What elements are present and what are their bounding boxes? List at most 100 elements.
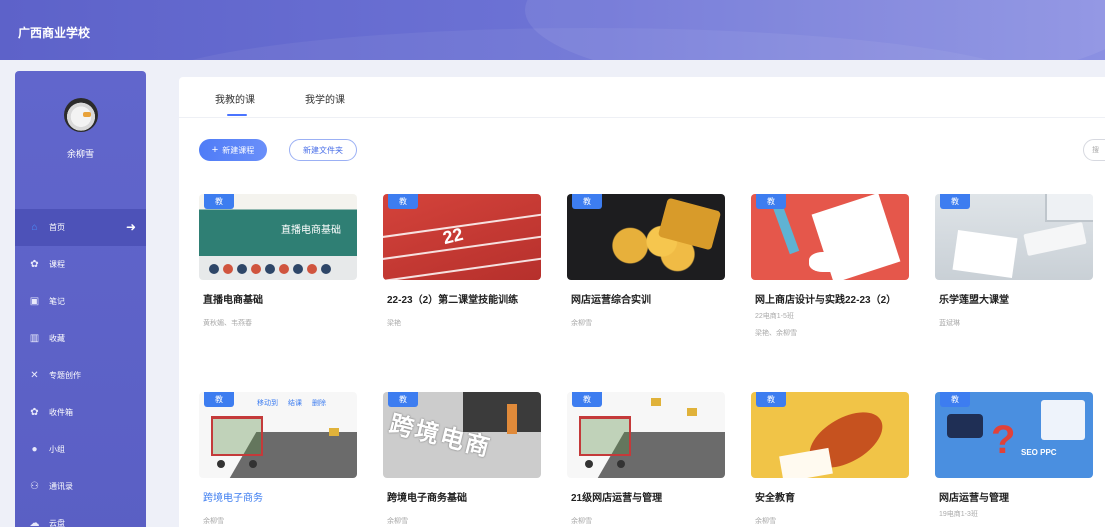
thumbnail-decoration (383, 254, 541, 280)
main-panel: 我教的课 我学的课 + 新建课程 新建文件夹 搜 教 直播电商基础 直播电商基础… (179, 77, 1105, 527)
course-thumbnail[interactable]: 教 (751, 194, 909, 280)
thumbnail-decoration (507, 404, 517, 434)
notes-icon: ▣ (29, 295, 40, 307)
tab-learning[interactable]: 我学的课 (305, 91, 345, 116)
course-teachers: 黄秋媚、韦燕春 (203, 320, 252, 327)
thumbnail-decoration (211, 416, 263, 456)
home-icon: ⌂ (31, 221, 38, 233)
thumbnail-decoration (249, 460, 257, 468)
teach-badge: 教 (388, 392, 418, 407)
course-thumbnail[interactable]: 教 移动到 结课 删除 (199, 392, 357, 478)
course-thumbnail[interactable]: 教 直播电商基础 (199, 194, 357, 280)
avatar[interactable] (64, 98, 98, 132)
teach-badge: 教 (204, 194, 234, 209)
thumbnail-decoration (772, 203, 800, 255)
sidebar-item-favorites[interactable]: ▥ 收藏 (15, 320, 146, 357)
thumbnail-decoration (1041, 400, 1085, 440)
course-thumbnail[interactable]: 教 ? SEO PPC (935, 392, 1093, 478)
course-thumbnail[interactable]: 教 (567, 194, 725, 280)
course-title[interactable]: 22-23（2）第二课堂技能训练 (387, 291, 518, 306)
thumbnail-caption: SEO PPC (1021, 448, 1057, 457)
thumbnail-caption: 22 (440, 223, 466, 249)
new-course-button[interactable]: + 新建课程 (199, 139, 267, 161)
sidebar-item-tools[interactable]: ✕ 专题创作 (15, 357, 146, 394)
course-teachers: 梁艳 (387, 320, 401, 327)
sidebar: 余柳雪 ⌂ 首页 ➜ ✿ 课程 ▣ 笔记 ▥ 收藏 ✕ 专题创作 ✿ 收件箱 ●… (15, 71, 146, 527)
avatar-image (83, 112, 91, 117)
sidebar-item-label: 课程 (49, 260, 65, 269)
group-icon: ● (31, 443, 38, 455)
delete-button[interactable]: 删除 (312, 398, 326, 408)
sidebar-item-inbox[interactable]: ✿ 收件箱 (15, 394, 146, 431)
thumbnail-decoration (217, 460, 225, 468)
course-teachers: 蓝斌琳 (939, 320, 960, 327)
thumbnail-decoration (651, 398, 661, 406)
course-title[interactable]: 21级网店运营与管理 (571, 489, 662, 504)
end-course-button[interactable]: 结课 (288, 398, 302, 408)
sidebar-item-cloud[interactable]: ☁ 云盘 (15, 505, 146, 527)
sidebar-item-course[interactable]: ✿ 课程 (15, 246, 146, 283)
course-title[interactable]: 网店运营与管理 (939, 489, 1009, 504)
thumbnail-decoration: ? (991, 418, 1016, 462)
sidebar-item-contacts[interactable]: ⚇ 通讯录 (15, 468, 146, 505)
course-teachers: 余柳雪 (755, 518, 776, 525)
course-thumbnail[interactable]: 教 (935, 194, 1093, 280)
thumbnail-decoration (209, 264, 331, 274)
sidebar-item-label: 收件箱 (49, 408, 73, 417)
teach-badge: 教 (572, 392, 602, 407)
thumbnail-decoration (1045, 194, 1093, 222)
course-teachers: 余柳雪 (203, 518, 224, 525)
teach-badge: 教 (388, 194, 418, 209)
course-title[interactable]: 乐学莲盟大课堂 (939, 291, 1009, 306)
course-icon: ✿ (30, 258, 39, 270)
tab-divider (179, 117, 1105, 118)
course-title[interactable]: 网上商店设计与实践22-23（2） (755, 291, 896, 306)
sidebar-item-label: 通讯录 (49, 482, 73, 491)
sidebar-item-label: 小组 (49, 445, 65, 454)
course-title[interactable]: 网店运营综合实训 (571, 291, 651, 306)
thumbnail-decoration (585, 460, 593, 468)
user-name: 余柳雪 (66, 149, 94, 159)
thumbnail-decoration (947, 414, 983, 438)
thumbnail-decoration (657, 197, 722, 251)
course-title[interactable]: 跨境电子商务基础 (387, 489, 467, 504)
sidebar-item-notes[interactable]: ▣ 笔记 (15, 283, 146, 320)
thumbnail-decoration (1023, 222, 1087, 256)
sidebar-nav: ⌂ 首页 ➜ ✿ 课程 ▣ 笔记 ▥ 收藏 ✕ 专题创作 ✿ 收件箱 ● 小组 (15, 209, 146, 527)
course-tabs: 我教的课 我学的课 (215, 91, 345, 116)
search-input[interactable]: 搜 (1083, 139, 1105, 161)
sidebar-item-label: 首页 (49, 223, 65, 232)
course-teachers: 余柳雪 (387, 518, 408, 525)
new-folder-button[interactable]: 新建文件夹 (289, 139, 357, 161)
contacts-icon: ⚇ (30, 480, 39, 492)
course-class: 22电商1-5班 (755, 313, 794, 320)
teach-badge: 教 (756, 392, 786, 407)
course-thumbnail[interactable]: 教 (567, 392, 725, 478)
thumbnail-decoration (617, 460, 625, 468)
sidebar-item-group[interactable]: ● 小组 (15, 431, 146, 468)
sidebar-item-home[interactable]: ⌂ 首页 ➜ (15, 209, 146, 246)
thumbnail-decoration (579, 416, 631, 456)
move-to-button[interactable]: 移动到 (257, 398, 278, 408)
teach-badge: 教 (756, 194, 786, 209)
tab-teaching[interactable]: 我教的课 (215, 91, 255, 116)
school-name: 广西商业学校 (18, 26, 91, 40)
teach-badge: 教 (572, 194, 602, 209)
sidebar-item-label: 收藏 (49, 334, 65, 343)
teach-badge: 教 (940, 392, 970, 407)
inbox-icon: ✿ (30, 406, 39, 418)
course-thumbnail[interactable]: 教 (751, 392, 909, 478)
thumbnail-decoration (952, 230, 1018, 278)
new-course-label: 新建课程 (222, 145, 255, 155)
course-thumbnail[interactable]: 教 跨境电商 (383, 392, 541, 478)
course-teachers: 余柳雪 (571, 320, 592, 327)
course-teachers: 梁艳、余柳雪 (755, 330, 797, 337)
course-thumbnail[interactable]: 教 22 (383, 194, 541, 280)
tools-icon: ✕ (30, 369, 39, 381)
course-title[interactable]: 跨境电子商务 (203, 489, 263, 504)
course-class: 19电商1-3班 (939, 511, 978, 518)
sidebar-item-label: 专题创作 (49, 371, 81, 380)
course-title[interactable]: 安全教育 (755, 489, 795, 504)
thumbnail-decoration (809, 252, 843, 272)
course-title[interactable]: 直播电商基础 (203, 291, 263, 306)
